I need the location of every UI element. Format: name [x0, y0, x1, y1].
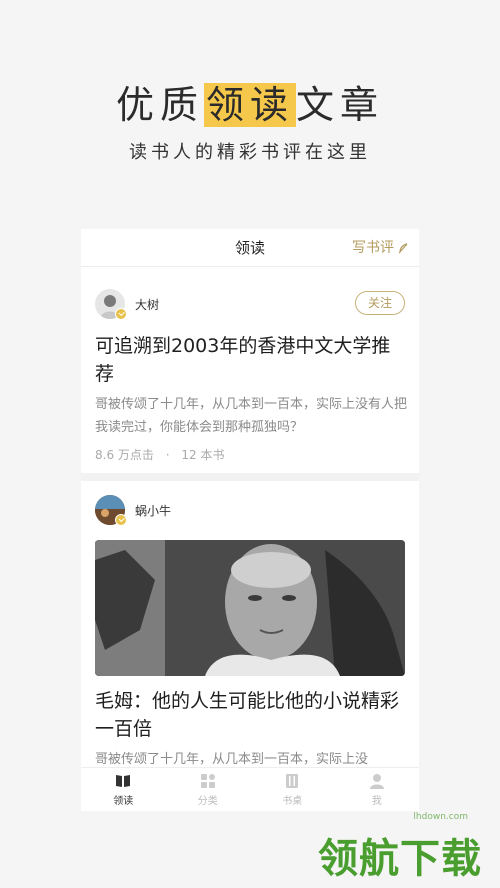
bookshelf-icon [286, 774, 299, 788]
article-excerpt: 哥被传颂了十几年，从几本到一百本，实际上没 [95, 752, 369, 767]
click-count: 8.6 万点击 [95, 448, 154, 462]
verified-badge-icon [115, 308, 127, 320]
article-meta: 8.6 万点击 · 12 本书 [95, 446, 224, 463]
phone-screen: 领读 写书评 大树 关注 可追溯到2003年的香港中文大学推荐 哥被传颂了十几年… [81, 229, 419, 811]
meta-separator: · [165, 448, 170, 462]
quill-icon [398, 243, 408, 254]
write-review-label: 写书评 [352, 240, 394, 256]
follow-button[interactable]: 关注 [355, 291, 405, 315]
tab-label: 领读 [113, 796, 134, 807]
tab-category[interactable]: 分类 [166, 768, 251, 811]
article-title[interactable]: 可追溯到2003年的香港中文大学推荐 [95, 332, 405, 388]
article-card[interactable]: 大树 关注 可追溯到2003年的香港中文大学推荐 哥被传颂了十几年，从几本到一百… [81, 267, 419, 473]
person-icon [369, 774, 384, 789]
tab-label: 分类 [197, 796, 218, 807]
bottom-tab-bar: 领读 分类 书桌 我 [81, 767, 419, 811]
author-name[interactable]: 蜗小牛 [135, 502, 171, 519]
write-review-button[interactable]: 写书评 [346, 229, 415, 267]
watermark-logo: 领航下载 [318, 836, 482, 882]
tab-desk[interactable]: 书桌 [250, 768, 335, 811]
article-title[interactable]: 毛姆：他的人生可能比他的小说精彩一百倍 [95, 687, 405, 743]
watermark-url: lhdown.com [413, 812, 468, 822]
book-open-icon [116, 775, 131, 787]
hero-subtitle: 读书人的精彩书评在这里 [129, 142, 371, 163]
hero-title: 优质领读文章 [0, 74, 500, 129]
hero-title-highlight: 领读 [203, 83, 296, 127]
tab-label: 我 [371, 796, 382, 807]
verified-badge-icon [115, 514, 127, 526]
book-count: 12 本书 [181, 448, 225, 462]
hero-title-post: 文章 [296, 83, 385, 127]
hero-title-pre: 优质 [115, 83, 204, 127]
article-excerpt: 哥被传颂了十几年，从几本到一百本，实际上没有人把我读完过，你能体会到那种孤独吗？ [95, 397, 408, 435]
portrait-photo-icon [95, 540, 405, 676]
article-cover-image[interactable] [95, 540, 405, 676]
author-name[interactable]: 大树 [135, 296, 159, 313]
tab-label: 书桌 [282, 796, 303, 807]
grid-icon [200, 774, 215, 788]
top-bar: 领读 写书评 [81, 229, 419, 267]
tab-lingdu[interactable]: 领读 [81, 768, 166, 811]
tab-me[interactable]: 我 [335, 768, 420, 811]
